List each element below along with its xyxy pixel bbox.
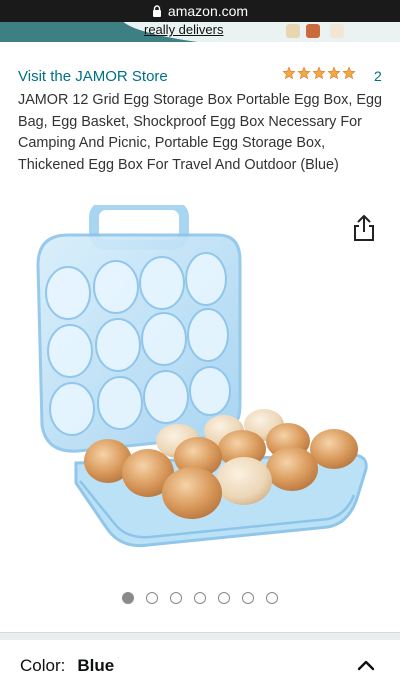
banner-product-image bbox=[306, 24, 320, 38]
url-text: amazon.com bbox=[167, 3, 249, 19]
image-carousel-dots bbox=[122, 592, 278, 604]
promo-banner[interactable]: really delivers bbox=[0, 22, 400, 42]
store-link[interactable]: Visit the JAMOR Store bbox=[18, 68, 168, 85]
star-icon bbox=[312, 66, 326, 80]
url-bar[interactable]: amazon.com bbox=[0, 0, 400, 22]
color-value: Blue bbox=[77, 656, 115, 675]
carousel-dot[interactable] bbox=[170, 592, 182, 604]
star-icon bbox=[342, 66, 356, 80]
carousel-dot[interactable] bbox=[194, 592, 206, 604]
chevron-up-icon[interactable] bbox=[356, 656, 376, 676]
section-divider bbox=[0, 632, 400, 640]
product-title: JAMOR 12 Grid Egg Storage Box Portable E… bbox=[18, 92, 382, 173]
banner-product-image bbox=[286, 24, 300, 38]
banner-link[interactable]: really delivers bbox=[144, 22, 223, 37]
color-selector[interactable]: Color: Blue bbox=[20, 654, 382, 678]
carousel-dot[interactable] bbox=[266, 592, 278, 604]
star-rating[interactable] bbox=[282, 66, 356, 80]
store-rating-row: Visit the JAMOR Store 2 bbox=[18, 66, 384, 86]
box-lid bbox=[36, 205, 242, 453]
carousel-dot[interactable] bbox=[218, 592, 230, 604]
star-icon bbox=[327, 66, 341, 80]
product-image[interactable] bbox=[28, 205, 374, 565]
star-icon bbox=[297, 66, 311, 80]
lock-icon bbox=[152, 5, 161, 17]
star-icon bbox=[282, 66, 296, 80]
rating-count-link[interactable]: 2 bbox=[374, 68, 382, 84]
banner-product-image bbox=[330, 24, 344, 38]
carousel-dot[interactable] bbox=[146, 592, 158, 604]
carousel-dot[interactable] bbox=[242, 592, 254, 604]
carousel-dot[interactable] bbox=[122, 592, 134, 604]
color-label: Color: bbox=[20, 656, 66, 675]
